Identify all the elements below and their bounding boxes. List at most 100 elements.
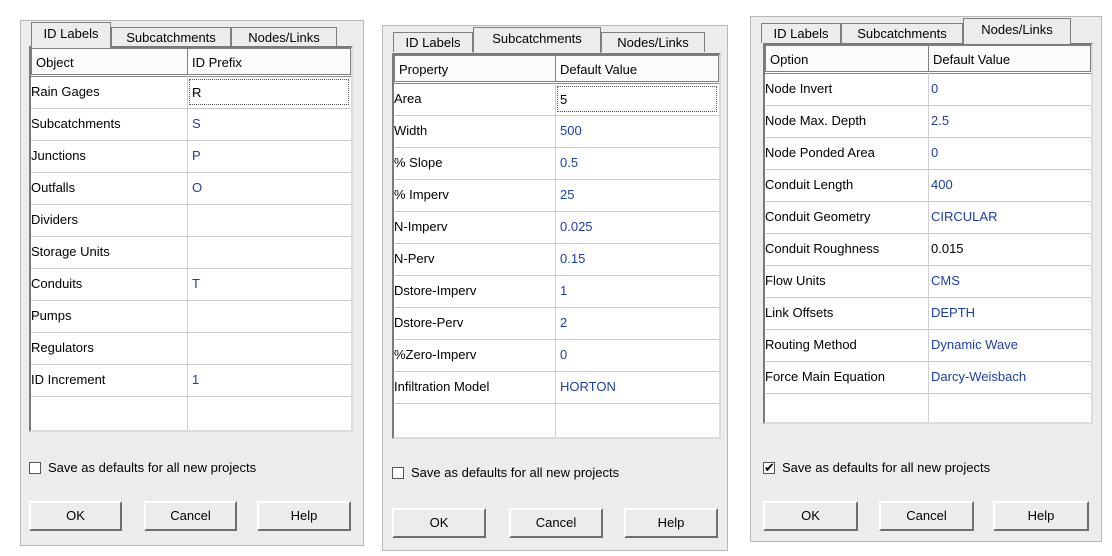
project-defaults-dialog-subcatchments: ID Labels Subcatchments Nodes/Links Prop… [382,25,728,551]
save-defaults-checkbox[interactable]: ✔ [763,461,775,474]
properties-grid[interactable]: Object ID Prefix Rain Gages R Subcatchmen… [29,46,353,432]
properties-grid[interactable]: Option Default Value Node Invert 0 Node M… [763,43,1093,424]
table-row[interactable]: ID Increment 1 [31,365,351,397]
row-name: Conduits [31,276,83,291]
table-row[interactable]: Dividers [31,205,351,237]
ok-button[interactable]: OK [29,501,122,531]
row-name: Flow Units [765,273,826,288]
table-row[interactable]: Conduit Length 400 [765,170,1091,202]
save-defaults-checkbox-row[interactable]: Save as defaults for all new projects [392,465,619,480]
table-row[interactable]: % Slope 0.5 [394,148,719,180]
row-value-editor[interactable]: 5 [557,86,717,112]
tab-nodes-links[interactable]: Nodes/Links [231,27,337,47]
row-value[interactable]: 25 [560,180,574,210]
row-value[interactable]: 0 [931,138,938,168]
tab-id-labels[interactable]: ID Labels [31,22,111,48]
tab-nodes-links[interactable]: Nodes/Links [601,32,705,52]
table-row[interactable]: Infiltration Model HORTON [394,372,719,404]
table-row[interactable]: Dstore-Perv 2 [394,308,719,340]
save-defaults-checkbox[interactable] [392,466,404,479]
table-row[interactable]: Flow Units CMS [765,266,1091,298]
save-defaults-checkbox[interactable] [29,461,41,474]
tab-id-labels[interactable]: ID Labels [393,32,473,52]
tab-subcatchments[interactable]: Subcatchments [841,23,963,43]
row-value[interactable]: 2.5 [931,106,949,136]
table-row[interactable]: Width 500 [394,116,719,148]
tab-subcatchments[interactable]: Subcatchments [111,27,231,47]
table-row[interactable]: Storage Units [31,237,351,269]
save-defaults-checkbox-row[interactable]: Save as defaults for all new projects [29,460,256,475]
help-button[interactable]: Help [624,508,718,538]
row-value[interactable]: 0 [931,74,938,104]
row-value[interactable]: Dynamic Wave [931,330,1018,360]
row-value[interactable]: T [192,269,200,299]
row-value[interactable]: 1 [560,276,567,306]
cancel-button[interactable]: Cancel [509,508,603,538]
row-value[interactable]: 2 [560,308,567,338]
cancel-button[interactable]: Cancel [144,501,237,531]
row-value[interactable]: CMS [931,266,960,296]
row-value-editor[interactable]: R [189,79,349,105]
row-value[interactable]: 0.015 [931,234,964,264]
tab-nodes-links[interactable]: Nodes/Links [963,18,1071,44]
row-name: Node Max. Depth [765,113,867,128]
table-row[interactable]: Node Max. Depth 2.5 [765,106,1091,138]
row-value[interactable]: 400 [931,170,953,200]
row-value[interactable]: P [192,141,201,171]
table-row[interactable]: % Imperv 25 [394,180,719,212]
table-row[interactable]: %Zero-Imperv 0 [394,340,719,372]
properties-grid[interactable]: Property Default Value Area 5 Width 500 % … [392,53,721,439]
tab-id-labels[interactable]: ID Labels [761,23,841,43]
table-row[interactable]: Subcatchments S [31,109,351,141]
table-row[interactable]: Routing Method Dynamic Wave [765,330,1091,362]
column-header-object: Object [31,48,188,75]
table-row[interactable]: Outfalls O [31,173,351,205]
table-row[interactable]: Pumps [31,301,351,333]
row-name: Width [394,123,428,138]
table-row[interactable]: Rain Gages R [31,77,351,109]
row-name: Node Ponded Area [765,145,875,160]
help-button[interactable]: Help [993,501,1089,531]
table-row[interactable]: Dstore-Imperv 1 [394,276,719,308]
table-row[interactable]: Conduits T [31,269,351,301]
row-name: N-Perv [394,251,435,266]
column-header-option: Option [765,45,929,72]
row-value[interactable]: CIRCULAR [931,202,997,232]
help-button[interactable]: Help [257,501,351,531]
table-row[interactable]: Force Main Equation Darcy-Weisbach [765,362,1091,394]
row-value[interactable]: 1 [192,365,199,395]
table-row[interactable]: Junctions P [31,141,351,173]
row-value[interactable]: 0.025 [560,212,593,242]
save-defaults-checkbox-row[interactable]: ✔ Save as defaults for all new projects [763,460,990,475]
ok-button[interactable]: OK [763,501,858,531]
tab-label: Nodes/Links [248,30,320,45]
table-row[interactable]: Node Invert 0 [765,74,1091,106]
grid-header: Property Default Value [394,55,719,84]
table-row[interactable]: Node Ponded Area 0 [765,138,1091,170]
row-name: Link Offsets [765,305,834,320]
row-value[interactable]: 0.5 [560,148,578,178]
table-row[interactable]: N-Perv 0.15 [394,244,719,276]
row-name: Infiltration Model [394,379,490,394]
grid-header: Option Default Value [765,45,1091,74]
row-value[interactable]: 0 [560,340,567,370]
row-value[interactable]: DEPTH [931,298,975,328]
row-name: Routing Method [765,337,857,352]
table-row[interactable]: Area 5 [394,84,719,116]
ok-button[interactable]: OK [392,508,486,538]
row-value[interactable]: Darcy-Weisbach [931,362,1026,392]
help-button-label: Help [1027,508,1055,523]
row-value[interactable]: HORTON [560,372,616,402]
row-value[interactable]: 0.15 [560,244,585,274]
table-row[interactable]: Link Offsets DEPTH [765,298,1091,330]
row-value[interactable]: O [192,173,202,203]
ok-button-label: OK [66,508,85,523]
row-value[interactable]: 500 [560,116,582,146]
table-row[interactable]: Regulators [31,333,351,365]
table-row[interactable]: Conduit Roughness 0.015 [765,234,1091,266]
table-row[interactable]: Conduit Geometry CIRCULAR [765,202,1091,234]
table-row[interactable]: N-Imperv 0.025 [394,212,719,244]
tab-subcatchments[interactable]: Subcatchments [473,27,601,53]
row-value[interactable]: S [192,109,201,139]
cancel-button[interactable]: Cancel [879,501,974,531]
